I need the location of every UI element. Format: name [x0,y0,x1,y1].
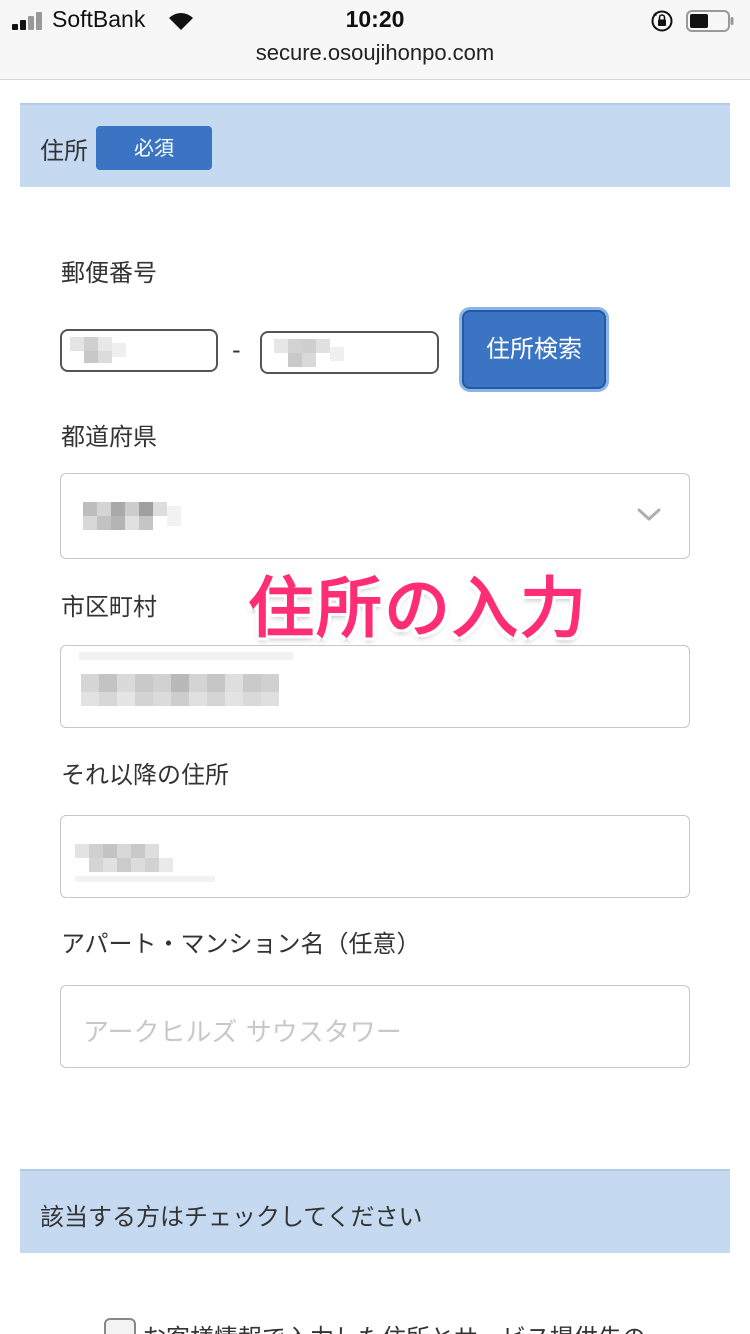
redacted-value [71,830,221,888]
same-address-checkbox-label: お客様情報で入力した住所とサービス提供先の [142,1318,646,1334]
street-address-label: それ以降の住所 [61,761,229,789]
prefecture-select[interactable] [60,473,690,559]
same-address-checkbox[interactable] [104,1318,136,1334]
address-section-title: 住所 [40,137,88,165]
redacted-value [274,339,354,367]
redacted-value [79,652,299,714]
status-bar: SoftBank 10:20 secure.osoujihonpo.com [0,0,750,80]
redacted-value [70,337,140,363]
prefecture-label: 都道府県 [61,423,157,451]
building-name-field[interactable]: アークヒルズ サウスタワー [60,985,690,1068]
check-section-title: 該当する方はチェックしてください [40,1203,423,1231]
city-field[interactable] [60,645,690,728]
annotation-caption: 住所の入力 [248,570,588,647]
required-badge: 必須 [96,126,212,170]
status-time: 10:20 [345,6,405,32]
postal-code-first-field[interactable] [60,329,218,372]
check-section-header: 該当する方はチェックしてください [20,1169,730,1253]
battery-icon [686,10,734,32]
city-label: 市区町村 [61,593,157,621]
address-bar-url[interactable]: secure.osoujihonpo.com [0,40,750,66]
building-name-label: アパート・マンション名（任意） [61,930,421,958]
redacted-value [73,492,203,536]
building-name-placeholder: アークヒルズ サウスタワー [83,1018,402,1048]
address-section-header: 住所 必須 [20,103,730,187]
postal-code-label: 郵便番号 [61,259,157,287]
address-search-button[interactable]: 住所検索 [462,310,606,389]
street-address-field[interactable] [60,815,690,898]
postal-code-separator: - [232,336,241,364]
chevron-down-icon [637,508,661,521]
orientation-lock-icon [651,10,673,32]
postal-code-second-field[interactable] [260,331,439,374]
